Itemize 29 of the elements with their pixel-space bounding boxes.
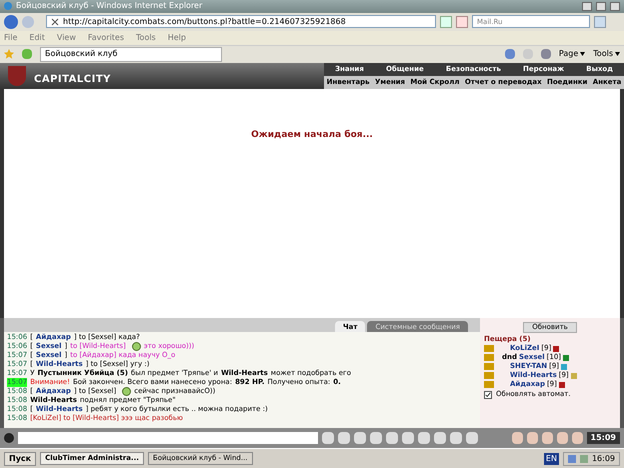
maximize-button[interactable] — [596, 2, 606, 11]
menu-item[interactable]: File — [4, 32, 18, 44]
logo-text: CAPITALCITY — [34, 72, 111, 87]
clock: 15:09 — [586, 432, 620, 444]
caret-icon — [615, 52, 620, 56]
window-title: Бойцовский клуб - Windows Internet Explorer — [16, 0, 204, 12]
chat-input[interactable] — [18, 432, 318, 444]
menu-item[interactable]: Edit — [29, 32, 45, 44]
command-button[interactable]: Page — [558, 48, 586, 60]
caret-icon — [580, 52, 586, 56]
close-button[interactable] — [610, 2, 620, 11]
page-icon — [51, 18, 59, 26]
menu-item[interactable]: Help — [168, 32, 186, 44]
menu-item[interactable]: Favorites — [88, 32, 124, 44]
check-icon — [485, 392, 491, 398]
smiley-icon — [122, 387, 132, 396]
checkbox[interactable] — [484, 390, 492, 399]
address-field[interactable]: http://capitalcity.combats.com/buttons.pl?battle=0.214607325921868 — [46, 15, 436, 28]
tray-time: 16:09 — [592, 452, 615, 465]
start-button[interactable]: Пуск — [4, 452, 36, 466]
browser-tab[interactable]: Бойцовский клуб — [40, 46, 222, 62]
command-button[interactable]: Tools — [593, 48, 620, 60]
smiley-icon — [132, 342, 141, 352]
minimize-button[interactable] — [582, 2, 592, 11]
menu-item[interactable]: View — [56, 32, 76, 44]
menu-item[interactable]: Tools — [136, 32, 156, 44]
language-indicator[interactable]: EN — [544, 452, 559, 465]
status-message: Ожидаем начала боя... — [251, 128, 373, 142]
star-icon[interactable] — [4, 49, 14, 60]
